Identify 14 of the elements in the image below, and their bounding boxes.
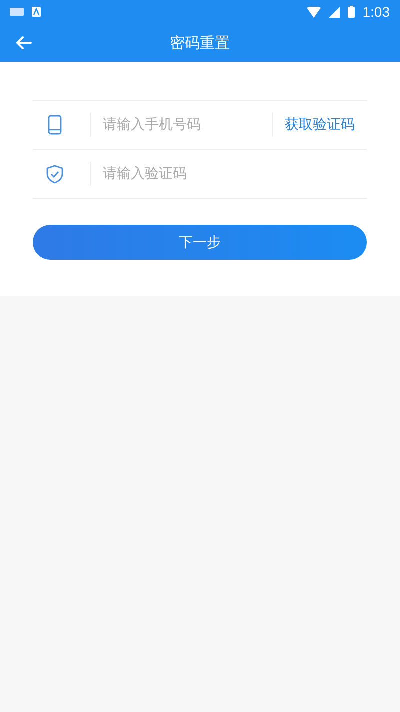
wifi-icon bbox=[306, 6, 321, 18]
keyboard-icon bbox=[10, 8, 24, 16]
status-time: 1:03 bbox=[362, 4, 390, 20]
shield-check-icon bbox=[46, 164, 64, 184]
phone-icon bbox=[48, 115, 62, 135]
signal-icon bbox=[328, 6, 340, 18]
text-input[interactable]: 请输入验证码 bbox=[103, 166, 367, 182]
get-code-link[interactable]: 获取验证码 bbox=[285, 116, 355, 134]
battery-icon bbox=[348, 6, 355, 18]
page-title: 密码重置 bbox=[170, 34, 230, 52]
app-icon bbox=[32, 7, 41, 17]
back-arrow-icon[interactable] bbox=[16, 36, 32, 50]
text-input[interactable]: 请输入手机号码 bbox=[103, 117, 259, 133]
next-button[interactable]: 下一步 bbox=[33, 225, 367, 260]
